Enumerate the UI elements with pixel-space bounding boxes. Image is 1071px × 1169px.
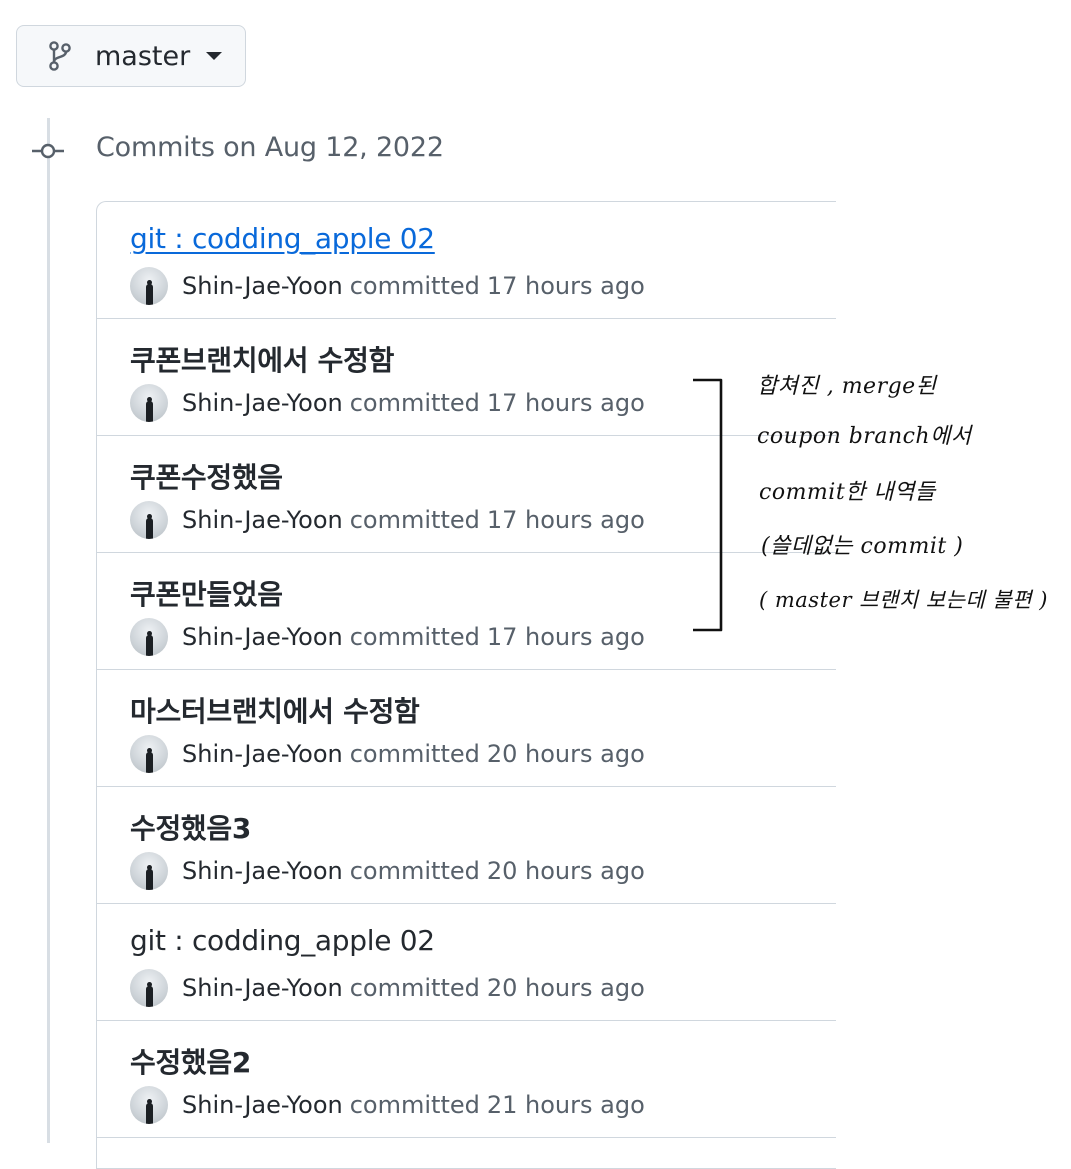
- committed-label: committed: [349, 974, 480, 1002]
- commit-row: 마스터브랜치에서 수정함 Shin-Jae-Yoon committed 20 …: [97, 670, 836, 787]
- author-link[interactable]: Shin-Jae-Yoon: [182, 389, 343, 417]
- commit-row: git : codding_apple 02 Shin-Jae-Yoon com…: [97, 904, 836, 1021]
- commit-title-link[interactable]: 마스터브랜치에서 수정함: [130, 690, 420, 730]
- author-link[interactable]: Shin-Jae-Yoon: [182, 740, 343, 768]
- commit-row: 수정했음2 Shin-Jae-Yoon committed 21 hours a…: [97, 1021, 836, 1138]
- committed-label: committed: [349, 857, 480, 885]
- relative-time: 17 hours ago: [486, 506, 645, 534]
- timeline-line: [47, 118, 50, 1143]
- avatar[interactable]: [130, 852, 168, 890]
- commit-row: 쿠폰수정했음 Shin-Jae-Yoon committed 17 hours …: [97, 436, 836, 553]
- avatar[interactable]: [130, 1086, 168, 1124]
- avatar[interactable]: [130, 969, 168, 1007]
- annotation-line: 합쳐진 , merge된: [757, 374, 937, 399]
- commit-meta: Shin-Jae-Yoon committed 21 hours ago: [130, 1086, 645, 1124]
- avatar[interactable]: [130, 501, 168, 539]
- commit-meta: Shin-Jae-Yoon committed 17 hours ago: [130, 618, 645, 656]
- committed-label: committed: [349, 740, 480, 768]
- branch-name: master: [95, 40, 191, 72]
- author-link[interactable]: Shin-Jae-Yoon: [182, 506, 343, 534]
- relative-time: 17 hours ago: [486, 272, 645, 300]
- committed-label: committed: [349, 623, 480, 651]
- relative-time: 20 hours ago: [486, 740, 645, 768]
- relative-time: 17 hours ago: [486, 389, 645, 417]
- annotation-bracket: [693, 378, 723, 632]
- author-link[interactable]: Shin-Jae-Yoon: [182, 1091, 343, 1119]
- commit-meta: Shin-Jae-Yoon committed 17 hours ago: [130, 501, 645, 539]
- commit-title-link[interactable]: git : codding_apple 02: [130, 924, 435, 957]
- caret-down-icon: [206, 52, 223, 60]
- git-branch-icon: [49, 40, 77, 72]
- annotation-line: coupon branch에서: [757, 424, 972, 449]
- author-link[interactable]: Shin-Jae-Yoon: [182, 623, 343, 651]
- relative-time: 17 hours ago: [486, 623, 645, 651]
- committed-label: committed: [349, 272, 480, 300]
- branch-select-button[interactable]: master: [16, 25, 246, 87]
- commit-row: 쿠폰브랜치에서 수정함 Shin-Jae-Yoon committed 17 h…: [97, 319, 836, 436]
- avatar[interactable]: [130, 735, 168, 773]
- avatar[interactable]: [130, 618, 168, 656]
- commit-row: git : codding_apple 02 Shin-Jae-Yoon com…: [97, 202, 836, 319]
- annotation-line: commit한 내역들: [759, 480, 936, 505]
- commit-title-link[interactable]: 수정했음3: [130, 807, 251, 847]
- commit-title-link[interactable]: 수정했음2: [130, 1041, 251, 1081]
- relative-time: 21 hours ago: [486, 1091, 645, 1119]
- relative-time: 20 hours ago: [486, 974, 645, 1002]
- author-link[interactable]: Shin-Jae-Yoon: [182, 857, 343, 885]
- avatar[interactable]: [130, 267, 168, 305]
- commit-list: git : codding_apple 02 Shin-Jae-Yoon com…: [96, 201, 836, 1169]
- committed-label: committed: [349, 1091, 480, 1119]
- annotation-line: (쓸데없는 commit ): [761, 534, 964, 559]
- commit-title-link[interactable]: git : codding_apple 02: [130, 222, 435, 255]
- commit-meta: Shin-Jae-Yoon committed 17 hours ago: [130, 267, 645, 305]
- relative-time: 20 hours ago: [486, 857, 645, 885]
- commit-meta: Shin-Jae-Yoon committed 20 hours ago: [130, 735, 645, 773]
- committed-label: committed: [349, 389, 480, 417]
- commit-meta: Shin-Jae-Yoon committed 20 hours ago: [130, 969, 645, 1007]
- author-link[interactable]: Shin-Jae-Yoon: [182, 974, 343, 1002]
- commits-date-header: Commits on Aug 12, 2022: [96, 132, 444, 163]
- avatar[interactable]: [130, 384, 168, 422]
- committed-label: committed: [349, 506, 480, 534]
- git-commit-icon: [32, 143, 64, 159]
- commit-row: 쿠폰만들었음 Shin-Jae-Yoon committed 17 hours …: [97, 553, 836, 670]
- author-link[interactable]: Shin-Jae-Yoon: [182, 272, 343, 300]
- commit-title-link[interactable]: 쿠폰만들었음: [130, 573, 283, 613]
- annotation-line: ( master 브랜치 보는데 불편 ): [759, 588, 1048, 612]
- commit-title-link[interactable]: 쿠폰브랜치에서 수정함: [130, 339, 394, 379]
- commit-title-link[interactable]: 쿠폰수정했음: [130, 456, 283, 496]
- commit-meta: Shin-Jae-Yoon committed 17 hours ago: [130, 384, 645, 422]
- commit-meta: Shin-Jae-Yoon committed 20 hours ago: [130, 852, 645, 890]
- commit-row: 수정했음3 Shin-Jae-Yoon committed 20 hours a…: [97, 787, 836, 904]
